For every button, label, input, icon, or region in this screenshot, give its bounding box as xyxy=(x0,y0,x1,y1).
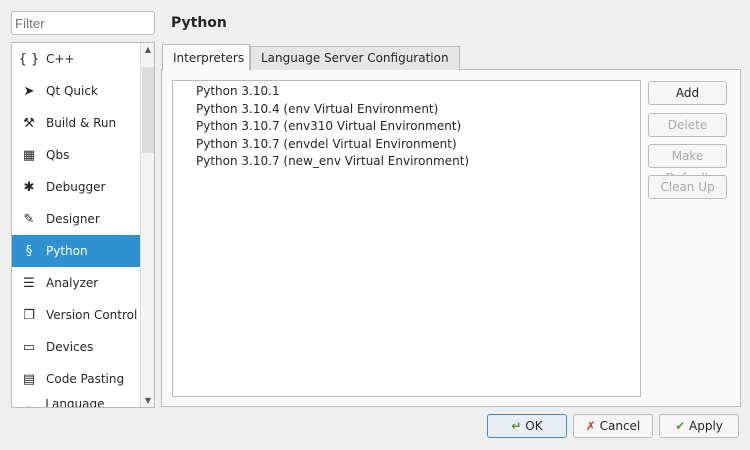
tab-language-server-configuration[interactable]: Language Server Configuration xyxy=(250,46,460,70)
python-icon: § xyxy=(25,243,33,259)
scroll-down-arrow-icon[interactable]: ▼ xyxy=(141,396,154,405)
language-client-icon: ⊕ xyxy=(12,404,45,408)
category-scrollbar[interactable]: ▲ ▼ xyxy=(140,43,154,407)
category-analyzer[interactable]: ☰ Analyzer xyxy=(12,267,141,299)
devices-icon: ▭ xyxy=(22,339,36,355)
interpreter-item[interactable]: Python 3.10.7 (new_env Virtual Environme… xyxy=(196,153,640,171)
interpreter-item[interactable]: Python 3.10.4 (env Virtual Environment) xyxy=(196,101,640,119)
braces-icon: { } xyxy=(18,51,40,67)
ok-icon: ↵ xyxy=(511,419,522,433)
category-python[interactable]: § Python xyxy=(12,235,141,267)
cancel-icon: ✗ xyxy=(585,419,596,433)
documents-icon: ❐ xyxy=(23,307,35,323)
paper-plane-icon: ➤ xyxy=(23,83,35,99)
category-build-run[interactable]: ⚒ Build & Run xyxy=(12,107,141,139)
grid-icon: ▦ xyxy=(22,147,36,163)
ok-button[interactable]: ↵ OK xyxy=(487,414,567,438)
interpreter-item[interactable]: Python 3.10.7 (env310 Virtual Environmen… xyxy=(196,118,640,136)
category-cpp[interactable]: { } C++ xyxy=(12,43,141,75)
page-title: Python xyxy=(171,15,227,31)
category-qbs[interactable]: ▦ Qbs xyxy=(12,139,141,171)
interpreter-item[interactable]: Python 3.10.1 xyxy=(196,83,640,101)
clipboard-icon: ▤ xyxy=(22,371,36,387)
category-version-control[interactable]: ❐ Version Control xyxy=(12,299,141,331)
hammer-icon: ⚒ xyxy=(23,115,35,131)
bug-icon: ✱ xyxy=(23,179,35,195)
pen-icon: ✎ xyxy=(23,211,35,227)
category-language-client[interactable]: ⊕Language Client xyxy=(12,395,141,408)
apply-button[interactable]: ✔ Apply xyxy=(659,414,739,438)
clean-up-button[interactable]: Clean Up xyxy=(648,175,727,199)
category-designer[interactable]: ✎ Designer xyxy=(12,203,141,235)
interpreter-item[interactable]: Python 3.10.7 (envdel Virtual Environmen… xyxy=(196,136,640,154)
filter-input[interactable] xyxy=(11,11,155,35)
scrollbar-thumb[interactable] xyxy=(142,67,154,153)
delete-button[interactable]: Delete xyxy=(648,113,727,137)
category-devices[interactable]: ▭ Devices xyxy=(12,331,141,363)
category-qt-quick[interactable]: ➤ Qt Quick xyxy=(12,75,141,107)
apply-icon: ✔ xyxy=(675,419,686,433)
analyzer-icon: ☰ xyxy=(23,275,35,291)
cancel-button[interactable]: ✗ Cancel xyxy=(573,414,653,438)
tab-interpreters[interactable]: Interpreters xyxy=(162,44,250,71)
add-button[interactable]: Add xyxy=(648,81,727,105)
category-code-pasting[interactable]: ▤ Code Pasting xyxy=(12,363,141,395)
category-list: { } C++ ➤ Qt Quick ⚒ Build & Run ▦ Qbs ✱ Debu… xyxy=(11,42,155,408)
interpreter-list[interactable]: Python 3.10.1 Python 3.10.4 (env Virtual… xyxy=(172,80,641,397)
category-debugger[interactable]: ✱ Debugger xyxy=(12,171,141,203)
make-default-button[interactable]: Make Default xyxy=(648,144,727,185)
scroll-up-arrow-icon[interactable]: ▲ xyxy=(141,45,154,54)
